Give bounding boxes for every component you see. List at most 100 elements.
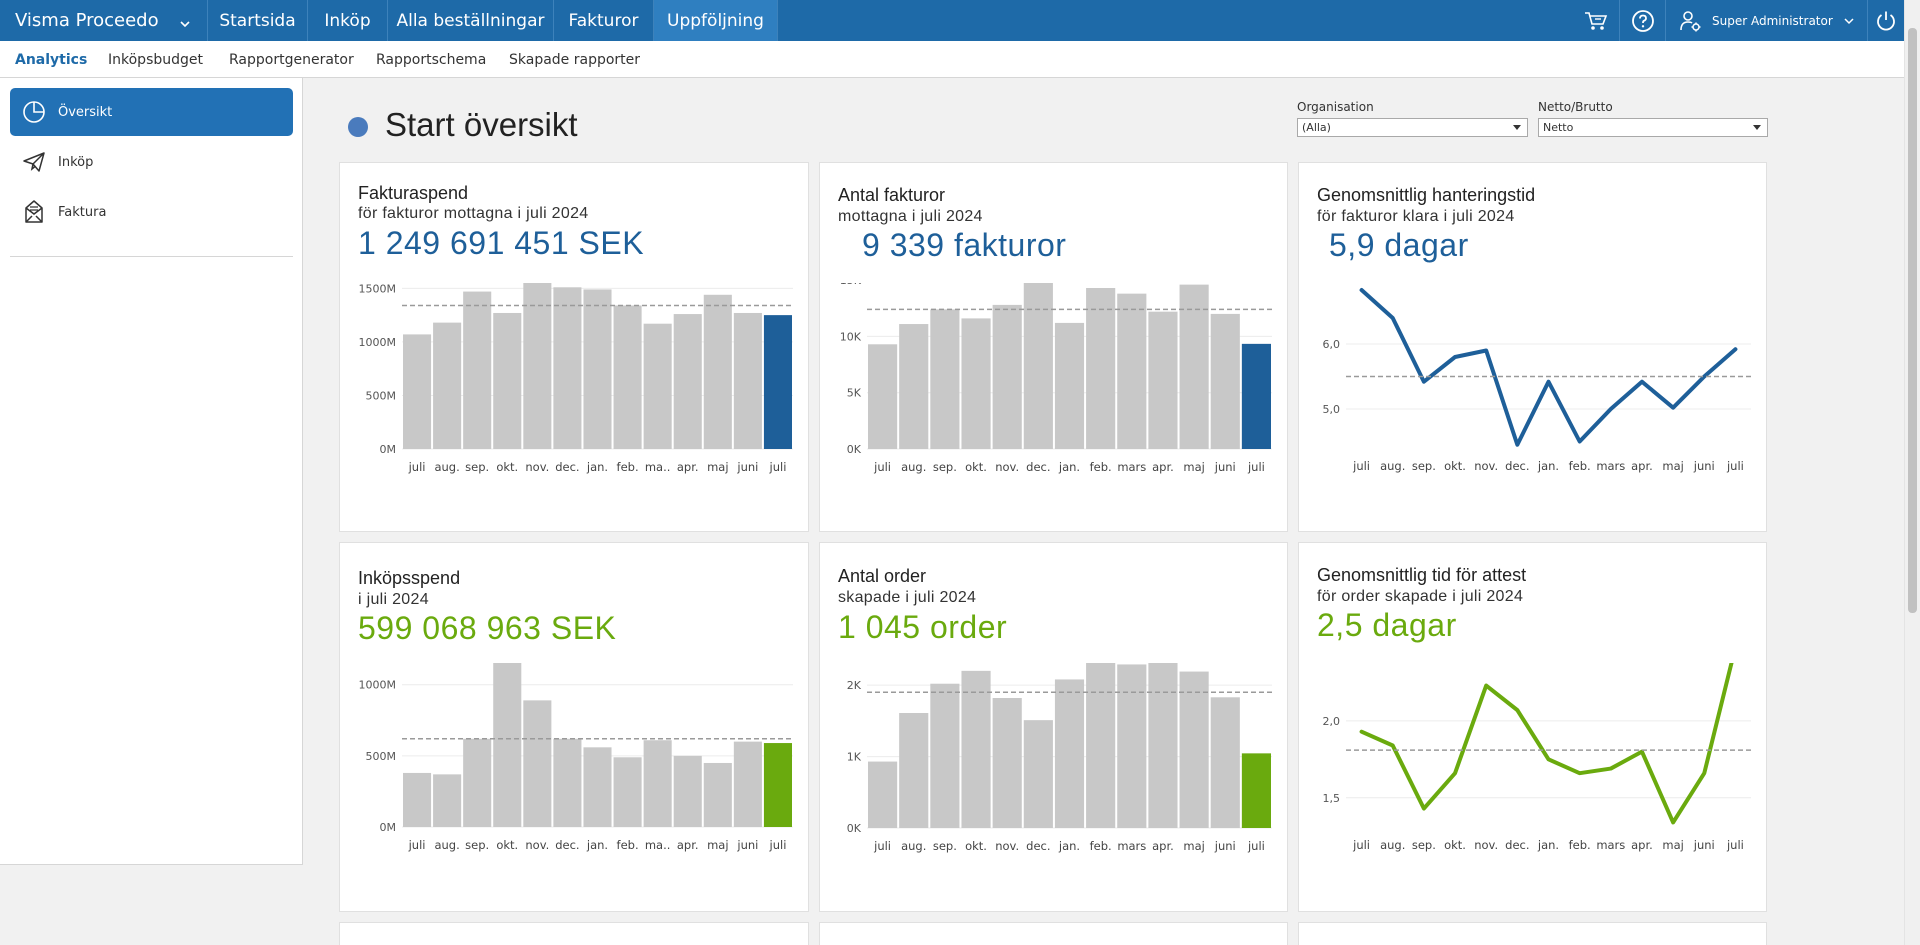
card-inkopsspend[interactable]: Inköpsspend i juli 2024 599 068 963 SEK … (339, 542, 809, 912)
bar (523, 283, 552, 449)
bar (583, 289, 612, 449)
bar (1023, 720, 1053, 828)
nav-startsida[interactable]: Startsida (208, 0, 308, 41)
bar (673, 314, 702, 449)
y-tick-label: 500M (366, 389, 397, 402)
bar (463, 291, 492, 449)
bar (930, 683, 960, 828)
page-scrollbar[interactable] (1904, 0, 1920, 945)
nav-alla-bestallningar[interactable]: Alla beställningar (388, 0, 554, 41)
sidebar-item-oversikt[interactable]: Översikt (10, 88, 293, 136)
y-tick-label: 15K (840, 283, 862, 287)
x-tick-label: jan. (586, 838, 608, 852)
organisation-select-value: (Alla) (1302, 121, 1331, 134)
y-tick-label: 6,0 (1323, 338, 1341, 351)
x-tick-label: mars (1596, 838, 1625, 852)
y-tick-label: 5K (847, 387, 862, 400)
filter-label-organisation: Organisation (1297, 100, 1374, 114)
y-tick-label: 0M (380, 443, 397, 456)
sidebar-item-label: Översikt (58, 104, 113, 120)
card-hanteringstid[interactable]: Genomsnittlig hanteringstid för fakturor… (1298, 162, 1767, 532)
card-kpi: 1 249 691 451 SEK (358, 225, 645, 261)
x-tick-label: mars (1117, 460, 1146, 474)
help-icon[interactable] (1619, 0, 1665, 41)
x-tick-label: sep. (1412, 838, 1436, 852)
subnav-rapportgenerator[interactable]: Rapportgenerator (229, 41, 354, 78)
invoice-icon (10, 199, 58, 225)
bar (899, 713, 929, 828)
subnav-inkopsbudget[interactable]: Inköpsbudget (108, 41, 203, 78)
filter-label-netto-brutto: Netto/Brutto (1538, 100, 1613, 114)
x-tick-label: dec. (1505, 838, 1529, 852)
bar (1117, 664, 1147, 828)
card-title: Inköpsspend (358, 568, 461, 588)
x-tick-label: dec. (555, 838, 579, 852)
x-tick-label: feb. (617, 460, 639, 474)
x-tick-label: aug. (901, 460, 926, 474)
x-tick-label: aug. (434, 838, 459, 852)
x-tick-label: nov. (1474, 838, 1498, 852)
x-tick-label: aug. (434, 460, 459, 474)
card-title: Genomsnittlig tid för attest (1317, 565, 1527, 585)
card-subtitle: för fakturor mottagna i juli 2024 (358, 205, 589, 222)
sidebar-item-label: Faktura (58, 204, 107, 220)
chart-antal-order: 0K 1K 2K juli aug. sep. okt. nov. dec. jan. feb. ma… (847, 663, 1272, 853)
sidebar-item-inkop[interactable]: Inköp (10, 138, 293, 186)
x-tick-label: juni (736, 838, 758, 852)
dropdown-arrow-icon (1753, 125, 1761, 130)
bar (1054, 679, 1085, 828)
x-tick-label: apr. (1152, 460, 1174, 474)
y-tick-label: 1000M (359, 679, 397, 692)
x-tick-label: maj (1662, 459, 1683, 473)
scrollbar-thumb[interactable] (1908, 28, 1917, 613)
x-tick-label: juli (769, 460, 787, 474)
bar (1179, 671, 1209, 828)
nav-uppfoljning[interactable]: Uppföljning (654, 0, 778, 41)
nav-fakturor[interactable]: Fakturor (554, 0, 654, 41)
x-tick-label: sep. (465, 460, 489, 474)
bar (868, 761, 898, 828)
card-kpi: 599 068 963 SEK (358, 610, 617, 646)
netto-brutto-select[interactable]: Netto (1538, 118, 1768, 137)
card-tid-for-attest[interactable]: Genomsnittlig tid för attest för order s… (1298, 542, 1767, 912)
chart-tid-for-attest: 1,52,02,5juliaug.sep.okt.nov.dec.jan.feb… (1323, 663, 1751, 852)
sidebar-item-faktura[interactable]: Faktura (10, 188, 293, 236)
x-tick-label: apr. (1631, 838, 1653, 852)
x-tick-label: sep. (933, 839, 957, 853)
x-tick-label: okt. (965, 460, 987, 474)
bar (583, 747, 612, 827)
bar (613, 305, 642, 449)
x-tick-label: jan. (1537, 838, 1559, 852)
card-antal-order[interactable]: Antal order skapade i juli 2024 1 045 or… (819, 542, 1288, 912)
subnav-analytics[interactable]: Analytics (15, 41, 87, 78)
bar (643, 740, 672, 827)
bar (733, 741, 762, 827)
nav-inkop[interactable]: Inköp (308, 0, 388, 41)
x-tick-label: maj (1183, 839, 1204, 853)
y-tick-label: 1,5 (1323, 792, 1341, 805)
brand-name: Visma Proceedo (15, 10, 159, 31)
pie-chart-icon (10, 100, 58, 124)
netto-brutto-select-value: Netto (1543, 121, 1574, 134)
cart-icon[interactable] (1573, 0, 1619, 41)
y-tick-label: 0K (847, 443, 862, 456)
user-menu[interactable]: Super Administrator (1665, 0, 1867, 41)
x-tick-label: maj (707, 460, 728, 474)
page-title: Start översikt (385, 106, 578, 143)
organisation-select[interactable]: (Alla) (1297, 118, 1528, 137)
bar-current (763, 315, 792, 449)
bar (643, 323, 672, 449)
x-tick-label: okt. (965, 839, 987, 853)
x-tick-label: ma.. (645, 838, 671, 852)
subnav-skapade-rapporter[interactable]: Skapade rapporter (509, 41, 640, 78)
subnav-rapportschema[interactable]: Rapportschema (376, 41, 486, 78)
card-fakturaspend[interactable]: Fakturaspend för fakturor mottagna i jul… (339, 162, 809, 532)
power-icon[interactable] (1867, 0, 1904, 41)
x-tick-label: sep. (933, 460, 957, 474)
brand-menu[interactable]: Visma Proceedo (0, 0, 208, 41)
x-tick-label: juni (1693, 838, 1715, 852)
x-tick-label: juli (408, 460, 426, 474)
y-tick-label: 2K (847, 679, 862, 692)
bar (673, 755, 702, 827)
card-antal-fakturor[interactable]: Antal fakturor mottagna i juli 2024 9 33… (819, 162, 1288, 532)
